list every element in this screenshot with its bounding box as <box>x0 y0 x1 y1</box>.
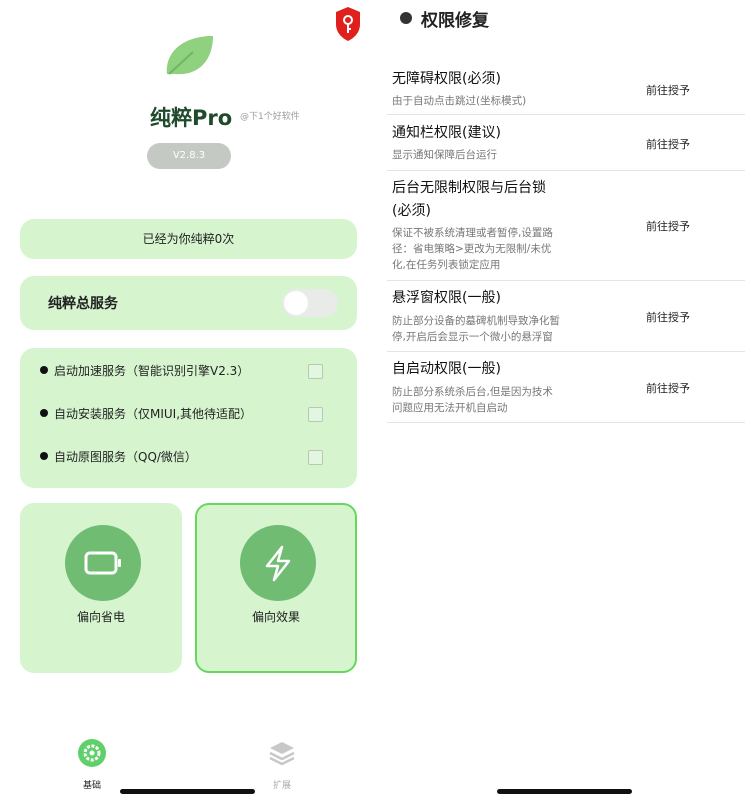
permission-screen: 权限修复 无障碍权限(必须) 由于自动点击跳过(坐标模式) 前往授予 通知栏权限… <box>336 0 753 800</box>
mode-label: 偏向省电 <box>76 610 125 624</box>
grant-button[interactable]: 前往授予 <box>646 380 690 396</box>
app-title: 纯粹Pro <box>150 106 233 130</box>
permission-desc: 显示通知保障后台运行 <box>392 149 497 161</box>
grant-button[interactable]: 前往授予 <box>646 309 690 325</box>
credit-text: @下1个好软件 <box>240 112 300 122</box>
service-checkbox-boost[interactable] <box>308 364 323 379</box>
home-indicator[interactable] <box>120 789 255 794</box>
permission-desc: 防止部分系统杀后台,但是因为技术 <box>392 386 553 398</box>
service-label: 自动原图服务（QQ/微信） <box>54 450 197 464</box>
permission-title: 通知栏权限(建议) <box>392 125 501 141</box>
services-card: 启动加速服务（智能识别引擎V2.3） 自动安装服务（仅MIUI,其他待适配） 自… <box>20 348 357 488</box>
permission-desc: 防止部分设备的墓碑机制导致净化暂 <box>392 315 560 327</box>
permission-title: 无障碍权限(必须) <box>392 71 501 87</box>
service-item-install: 自动安装服务（仅MIUI,其他待适配） <box>40 404 252 424</box>
permission-desc: 保证不被系统清理或者暂停,设置路 <box>392 227 553 239</box>
section-title: 权限修复 <box>421 11 489 31</box>
toggle-knob <box>284 291 308 315</box>
permission-desc: 由于自动点击跳过(坐标模式) <box>392 95 527 107</box>
service-label: 自动安装服务（仅MIUI,其他待适配） <box>54 407 253 421</box>
nav-basic[interactable] <box>77 738 107 768</box>
service-item-original-image: 自动原图服务（QQ/微信） <box>40 447 197 467</box>
mode-circle <box>65 525 141 601</box>
permission-desc: 问题应用无法开机自启动 <box>392 402 508 414</box>
section-bullet-icon <box>400 12 412 24</box>
service-item-boost: 启动加速服务（智能识别引擎V2.3） <box>40 361 249 381</box>
permission-row-autostart: 自启动权限(一般) 防止部分系统杀后台,但是因为技术 问题应用无法开机自启动 前… <box>387 353 745 423</box>
battery-icon <box>84 551 121 575</box>
mode-card-performance[interactable]: 偏向效果 <box>195 503 357 673</box>
home-indicator[interactable] <box>497 789 632 794</box>
layers-icon <box>269 742 295 766</box>
main-service-card: 纯粹总服务 <box>20 276 357 330</box>
main-screen: 纯粹Pro @下1个好软件 V2.8.3 已经为你纯粹0次 纯粹总服务 启动加速… <box>0 0 375 800</box>
shield-key-icon <box>336 7 360 41</box>
mode-circle <box>240 525 316 601</box>
service-checkbox-original-image[interactable] <box>308 450 323 465</box>
permission-title: 悬浮窗权限(一般) <box>392 290 501 306</box>
permission-desc: 径：省电策略>更改为无限制/未优 <box>392 243 552 255</box>
main-service-toggle[interactable] <box>282 289 338 317</box>
service-checkbox-install[interactable] <box>308 407 323 422</box>
purify-count-card: 已经为你纯粹0次 <box>20 219 357 259</box>
lightning-icon <box>265 545 291 582</box>
service-label: 启动加速服务（智能识别引擎V2.3） <box>54 364 250 378</box>
leaf-logo-icon <box>166 36 213 75</box>
nav-extend[interactable] <box>267 738 297 768</box>
mode-label: 偏向效果 <box>251 610 300 624</box>
grant-button[interactable]: 前往授予 <box>646 82 690 98</box>
bullet-icon <box>40 366 48 374</box>
bullet-icon <box>40 452 48 460</box>
permission-row-notification: 通知栏权限(建议) 显示通知保障后台运行 前往授予 <box>387 116 745 171</box>
grant-button[interactable]: 前往授予 <box>646 218 690 234</box>
nav-label-basic: 基础 <box>82 781 101 791</box>
version-badge[interactable]: V2.8.3 <box>147 143 231 169</box>
permission-row-background: 后台无限制权限与后台锁 (必须) 保证不被系统清理或者暂停,设置路 径：省电策略… <box>387 172 745 281</box>
permission-desc: 化,在任务列表锁定应用 <box>392 259 501 271</box>
bullet-icon <box>40 409 48 417</box>
mode-card-power-saving[interactable]: 偏向省电 <box>20 503 182 673</box>
permission-row-overlay: 悬浮窗权限(一般) 防止部分设备的墓碑机制导致净化暂 停,开启后会显示一个微小的… <box>387 282 745 352</box>
permission-title: 后台无限制权限与后台锁 <box>392 180 546 196</box>
permission-row-accessibility: 无障碍权限(必须) 由于自动点击跳过(坐标模式) 前往授予 <box>387 62 745 115</box>
main-service-label: 纯粹总服务 <box>48 296 118 312</box>
permission-title: 自启动权限(一般) <box>392 361 501 377</box>
permission-title: (必须) <box>392 203 431 219</box>
grant-button[interactable]: 前往授予 <box>646 136 690 152</box>
gear-icon <box>78 739 106 767</box>
permission-desc: 停,开启后会显示一个微小的悬浮窗 <box>392 331 553 343</box>
nav-label-extend: 扩展 <box>272 781 291 791</box>
